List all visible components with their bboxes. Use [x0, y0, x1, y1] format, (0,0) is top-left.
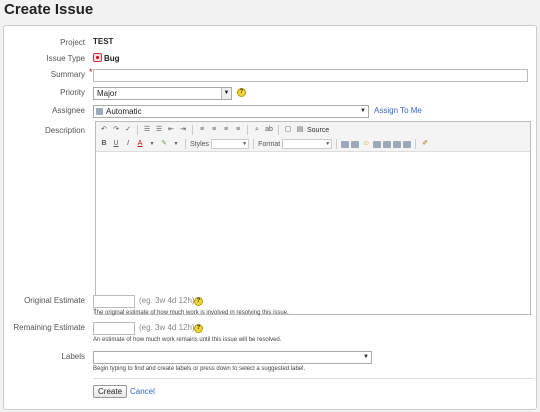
original-estimate-example: (eg. 3w 4d 12h): [139, 296, 195, 305]
numbered-list-icon[interactable]: ☰: [142, 125, 152, 135]
remaining-estimate-input[interactable]: [93, 322, 135, 335]
toolbar-divider: [185, 139, 186, 149]
project-value: TEST: [93, 37, 114, 46]
project-row: Project TEST: [4, 37, 536, 51]
link-icon[interactable]: [373, 140, 382, 148]
editor-toolbar-row-1: ↶ ↷ ✓ ☰ ☰ ⇤ ⇥ ≡ ≡ ≡ ≡ ⌕ ab ▢ ▤ Source: [99, 124, 329, 136]
issue-type-row: Issue Type Bug: [4, 53, 536, 67]
help-icon[interactable]: ?: [194, 297, 203, 306]
original-estimate-label: Original Estimate: [24, 296, 85, 305]
horizontal-rule-icon[interactable]: [403, 140, 412, 148]
text-color-icon[interactable]: A: [135, 139, 145, 149]
paste-word-icon[interactable]: [351, 140, 360, 148]
chevron-down-icon: ▼: [242, 141, 248, 147]
remove-format-icon[interactable]: ✐: [420, 139, 430, 149]
chevron-down-icon: ▼: [363, 354, 369, 360]
create-button[interactable]: Create: [93, 385, 128, 398]
original-estimate-input[interactable]: [93, 295, 135, 308]
maximize-icon[interactable]: ▢: [283, 125, 293, 135]
priority-label: Priority: [60, 88, 85, 97]
paste-text-icon[interactable]: [341, 140, 350, 148]
italic-icon[interactable]: I: [123, 139, 133, 149]
assignee-value: Automatic: [106, 107, 142, 116]
undo-icon[interactable]: ↶: [99, 125, 109, 135]
align-justify-icon[interactable]: ≡: [233, 125, 243, 135]
indent-icon[interactable]: ⇥: [178, 125, 188, 135]
toolbar-divider: [336, 139, 338, 149]
cancel-link[interactable]: Cancel: [130, 387, 155, 396]
editor-toolbar-row-2: B U I A ▼ ✎ ▼ Styles ▼ Format ▼ ☺ ✐: [99, 138, 430, 150]
table-icon[interactable]: [393, 140, 402, 148]
summary-label: Summary: [50, 70, 85, 79]
labels-row: Labels ▼: [4, 351, 536, 365]
align-left-icon[interactable]: ≡: [197, 125, 207, 135]
project-label: Project: [60, 38, 85, 47]
toolbar-divider: [415, 139, 417, 149]
toolbar-divider: [253, 139, 255, 149]
original-estimate-row: Original Estimate (eg. 3w 4d 12h) ?: [4, 295, 536, 309]
toolbar-divider: [247, 125, 248, 135]
labels-label: Labels: [61, 352, 85, 361]
toolbar-divider: [192, 125, 193, 135]
assignee-row: Assignee Automatic ▼ Assign To Me: [4, 105, 536, 119]
align-center-icon[interactable]: ≡: [209, 125, 219, 135]
original-estimate-hint: The original estimate of how much work i…: [93, 310, 289, 316]
toolbar-divider: [137, 125, 138, 135]
chevron-down-icon: ▼: [221, 88, 231, 99]
assignee-select[interactable]: Automatic ▼: [93, 105, 369, 118]
source-button[interactable]: Source: [307, 127, 329, 134]
replace-icon[interactable]: ab: [264, 125, 274, 135]
source-icon[interactable]: ▤: [295, 125, 305, 135]
bug-icon: [93, 53, 102, 62]
summary-row: Summary *: [4, 67, 536, 83]
bulleted-list-icon[interactable]: ☰: [154, 125, 164, 135]
image-icon[interactable]: [383, 140, 392, 148]
remaining-estimate-label: Remaining Estimate: [13, 323, 85, 332]
highlight-icon[interactable]: ✎: [159, 139, 169, 149]
spellcheck-icon[interactable]: ✓: [123, 125, 133, 135]
styles-label: Styles: [190, 140, 210, 148]
remaining-estimate-hint: An estimate of how much work remains unt…: [93, 337, 282, 343]
format-combo[interactable]: ▼: [282, 139, 333, 149]
create-issue-form: Project TEST Issue Type Bug Summary * Pr…: [3, 25, 537, 410]
description-editor[interactable]: ↶ ↷ ✓ ☰ ☰ ⇤ ⇥ ≡ ≡ ≡ ≡ ⌕ ab ▢ ▤ Source B …: [95, 121, 531, 315]
remaining-estimate-example: (eg. 3w 4d 12h): [139, 323, 195, 332]
outdent-icon[interactable]: ⇤: [166, 125, 176, 135]
remaining-estimate-row: Remaining Estimate (eg. 3w 4d 12h) ?: [4, 322, 536, 336]
priority-row: Priority Major ▼ ?: [4, 87, 536, 101]
summary-input[interactable]: [93, 69, 528, 82]
required-marker: *: [89, 67, 93, 77]
align-right-icon[interactable]: ≡: [221, 125, 231, 135]
form-divider: [93, 378, 533, 379]
issue-type-value: Bug: [93, 53, 120, 63]
page-title: Create Issue: [4, 1, 94, 18]
bold-icon[interactable]: B: [99, 139, 109, 149]
priority-value: Major: [97, 89, 118, 98]
priority-select[interactable]: Major ▼: [93, 87, 232, 100]
user-icon: [96, 108, 103, 115]
assignee-label: Assignee: [52, 106, 85, 115]
assign-to-me-link[interactable]: Assign To Me: [374, 106, 422, 115]
description-label: Description: [44, 126, 85, 135]
issue-type-label: Issue Type: [46, 54, 85, 63]
chevron-down-icon[interactable]: ▼: [171, 139, 181, 149]
find-icon[interactable]: ⌕: [252, 125, 262, 135]
help-icon[interactable]: ?: [194, 324, 203, 333]
redo-icon[interactable]: ↷: [111, 125, 121, 135]
labels-select[interactable]: ▼: [93, 351, 372, 364]
chevron-down-icon: ▼: [360, 108, 366, 114]
smiley-icon[interactable]: ☺: [361, 139, 371, 149]
labels-hint: Begin typing to find and create labels o…: [93, 366, 306, 372]
underline-icon[interactable]: U: [111, 139, 121, 149]
styles-combo[interactable]: ▼: [211, 139, 250, 149]
format-label: Format: [258, 140, 281, 148]
toolbar-divider: [278, 125, 279, 135]
chevron-down-icon: ▼: [325, 141, 331, 147]
editor-toolbar: ↶ ↷ ✓ ☰ ☰ ⇤ ⇥ ≡ ≡ ≡ ≡ ⌕ ab ▢ ▤ Source B …: [96, 122, 530, 152]
chevron-down-icon[interactable]: ▼: [147, 139, 157, 149]
help-icon[interactable]: ?: [237, 88, 246, 97]
